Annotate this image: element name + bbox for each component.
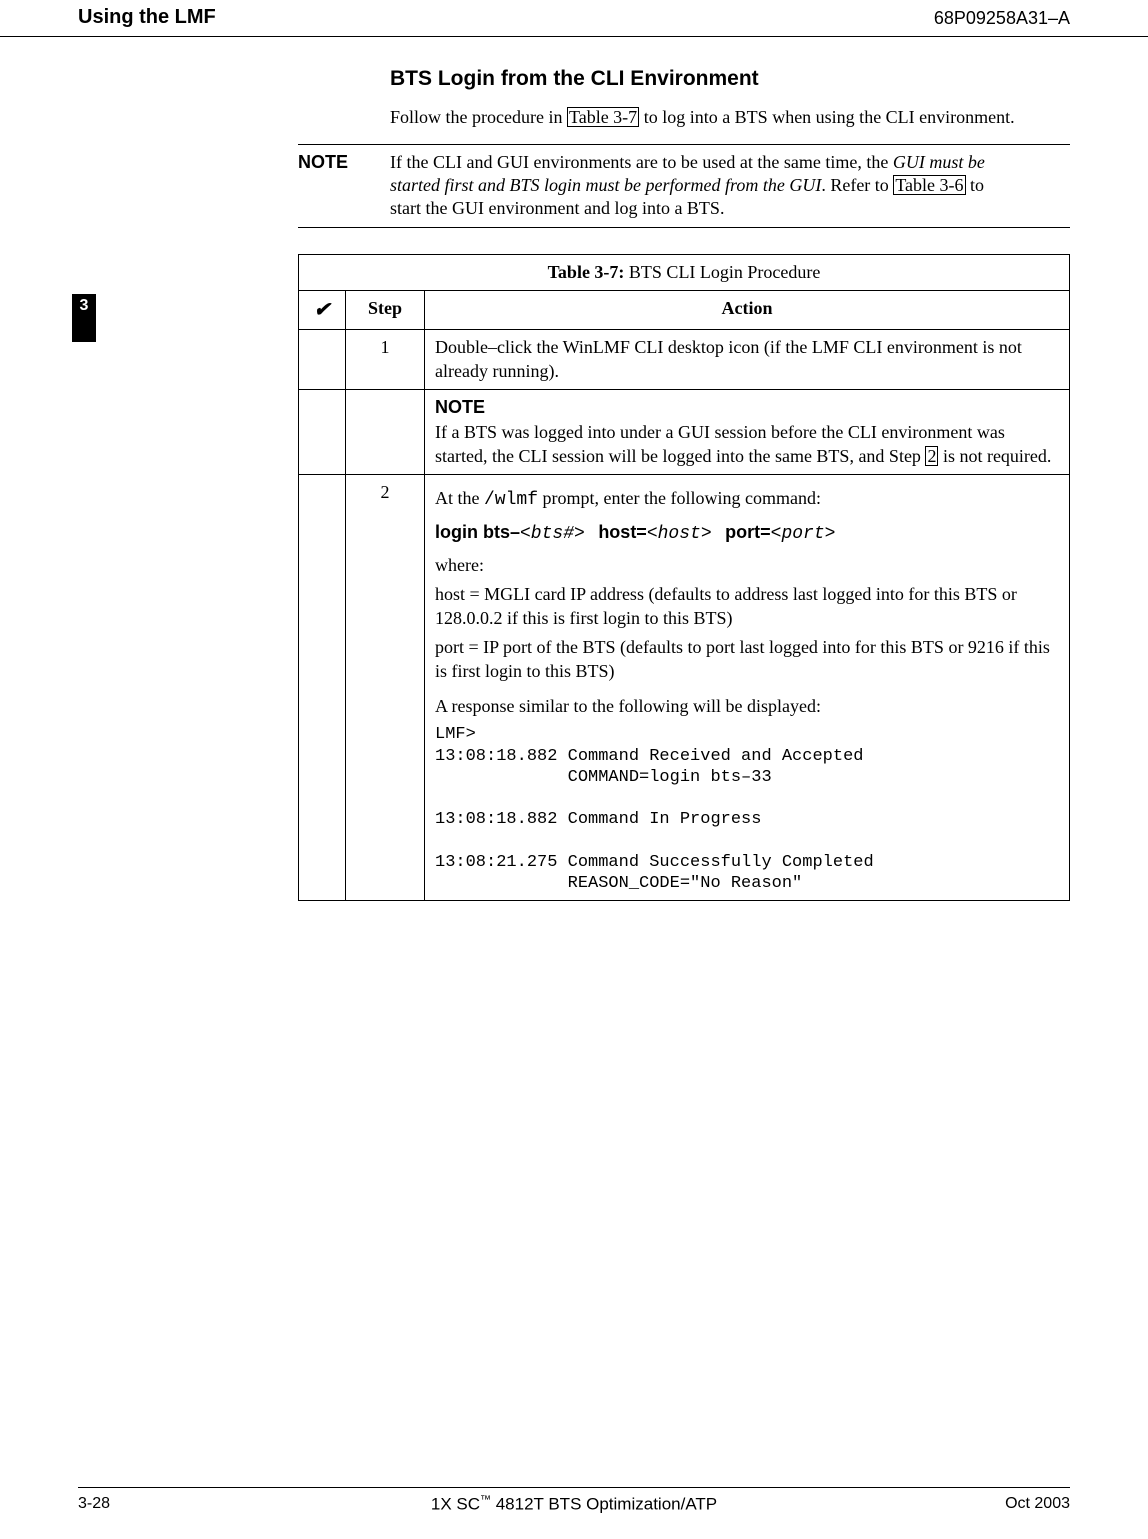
step-number: 1 <box>346 330 425 390</box>
action-cell: Double–click the WinLMF CLI desktop icon… <box>425 330 1070 390</box>
side-tab-block <box>72 318 96 342</box>
cmd-host: <host> <box>647 524 712 544</box>
cmd-port-lbl: port= <box>725 522 771 542</box>
page-footer: 3-28 1X SC™ 4812T BTS Optimization/ATP O… <box>78 1487 1070 1515</box>
host-explanation: host = MGLI card IP address (defaults to… <box>435 583 1059 630</box>
inner-note-head: NOTE <box>435 396 1059 419</box>
step-number-blank <box>346 390 425 475</box>
check-cell <box>299 475 346 901</box>
note-block: NOTE If the CLI and GUI environments are… <box>298 144 1070 228</box>
inner-note-link[interactable]: 2 <box>925 446 938 466</box>
action-cell-step2: At the /wlmf prompt, enter the following… <box>425 475 1070 901</box>
cmd-port: <port> <box>771 524 836 544</box>
note-line1: If the CLI and GUI environments are to b… <box>390 152 893 172</box>
page: Using the LMF 68P09258A31–A 3 BTS Login … <box>0 0 1148 1539</box>
check-icon: ✔ <box>314 299 331 321</box>
footer-right: Oct 2003 <box>1005 1494 1070 1515</box>
header-left: Using the LMF <box>78 4 216 30</box>
footer-center-post: 4812T BTS Optimization/ATP <box>491 1495 717 1514</box>
footer-left: 3-28 <box>78 1494 110 1515</box>
inner-note-post: is not required. <box>938 446 1051 466</box>
intro-pre: Follow the procedure in <box>390 107 567 127</box>
note-body: If the CLI and GUI environments are to b… <box>390 151 1070 221</box>
cmd-login: login bts– <box>435 522 520 542</box>
s2-line1-mono: /wlmf <box>484 490 538 510</box>
intro-paragraph: Follow the procedure in Table 3-7 to log… <box>390 106 1070 129</box>
note-mid: . Refer to <box>821 175 893 195</box>
step-number: 2 <box>346 475 425 901</box>
trademark-icon: ™ <box>480 1494 491 1506</box>
cmd-host-lbl: host= <box>598 522 647 542</box>
response-intro: A response similar to the following will… <box>435 695 1059 718</box>
col-step-head: Step <box>346 291 425 330</box>
check-cell <box>299 330 346 390</box>
response-block: LMF> 13:08:18.882 Command Received and A… <box>435 724 1059 894</box>
footer-center: 1X SC™ 4812T BTS Optimization/ATP <box>78 1493 1070 1516</box>
intro-link[interactable]: Table 3-7 <box>567 107 639 127</box>
table-caption: Table 3-7: BTS CLI Login Procedure <box>299 254 1070 290</box>
content: BTS Login from the CLI Environment Follo… <box>0 37 1148 901</box>
section-heading: BTS Login from the CLI Environment <box>390 65 1148 92</box>
s2-line1-pre: At the <box>435 488 484 508</box>
port-explanation: port = IP port of the BTS (defaults to p… <box>435 636 1059 683</box>
inner-note-pre: If a BTS was logged into under a GUI ses… <box>435 422 1005 465</box>
where-label: where: <box>435 554 1059 577</box>
s2-line1-post: prompt, enter the following command: <box>538 488 821 508</box>
cmd-bts: <bts#> <box>520 524 585 544</box>
header-right: 68P09258A31–A <box>934 7 1070 30</box>
col-action-head: Action <box>425 291 1070 330</box>
table-row: 1 Double–click the WinLMF CLI desktop ic… <box>299 330 1070 390</box>
footer-center-pre: 1X SC <box>431 1495 480 1514</box>
command-line: login bts–<bts#> host=<host> port=<port> <box>435 521 1059 546</box>
note-label: NOTE <box>298 151 390 221</box>
table-row: NOTE If a BTS was logged into under a GU… <box>299 390 1070 475</box>
page-header: Using the LMF 68P09258A31–A <box>0 0 1148 37</box>
intro-post: to log into a BTS when using the CLI env… <box>639 107 1014 127</box>
table-row: 2 At the /wlmf prompt, enter the followi… <box>299 475 1070 901</box>
note-link[interactable]: Table 3-6 <box>893 175 965 195</box>
action-cell-note: NOTE If a BTS was logged into under a GU… <box>425 390 1070 475</box>
side-tab: 3 <box>72 294 96 342</box>
table-caption-text: BTS CLI Login Procedure <box>624 262 820 282</box>
col-check-head: ✔ <box>299 291 346 330</box>
table-num: Table 3-7: <box>548 262 625 282</box>
side-tab-number: 3 <box>72 294 96 318</box>
check-cell <box>299 390 346 475</box>
procedure-table: Table 3-7: BTS CLI Login Procedure ✔ Ste… <box>298 254 1070 901</box>
